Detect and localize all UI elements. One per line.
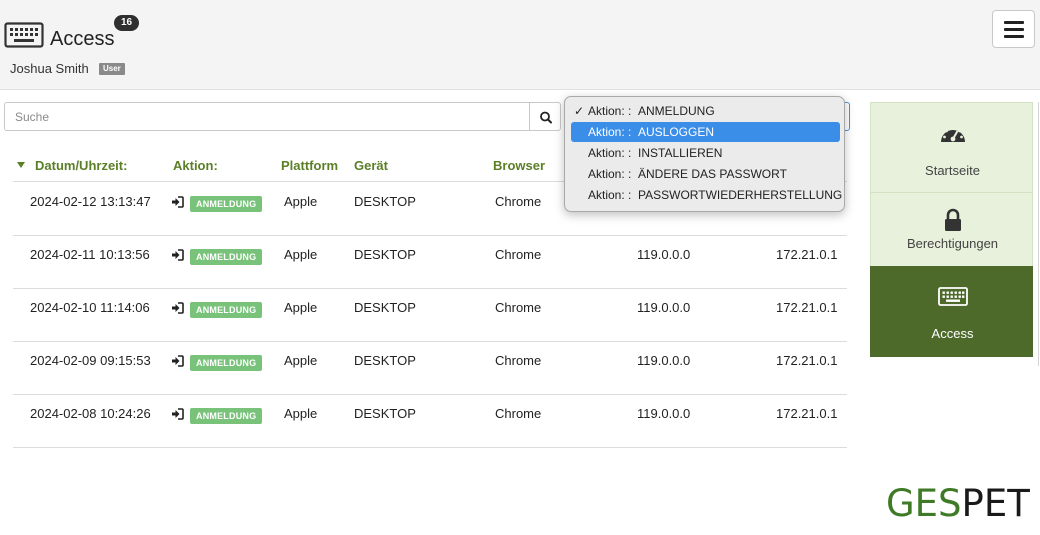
cell-device: DESKTOP — [354, 353, 416, 368]
table-row[interactable]: 2024-02-11 10:13:56 Apple DESKTOP Chrome 119… — [13, 236, 847, 289]
dropdown-option[interactable]: Aktion: : ÄNDERE DAS PASSWORT — [571, 164, 840, 184]
sign-in-icon — [171, 248, 184, 266]
action-badge: ANMELDUNG — [190, 408, 263, 424]
cell-platform: Apple — [284, 194, 318, 209]
sign-in-icon — [171, 407, 184, 425]
cell-browser: Chrome — [495, 247, 542, 262]
cell-platform: Apple — [284, 247, 318, 262]
lock-icon — [871, 208, 1034, 237]
nav-item-label: Berechtigungen — [906, 236, 999, 251]
keyboard-icon — [871, 287, 1034, 312]
dropdown-option[interactable]: Aktion: : INSTALLIEREN — [571, 143, 840, 163]
sign-in-icon — [171, 301, 184, 319]
cell-browser: Chrome — [495, 194, 542, 209]
cell-browser: Chrome — [495, 406, 542, 421]
table-row[interactable]: 2024-02-10 11:14:06 Apple DESKTOP Chrome 119… — [13, 289, 847, 342]
menu-button[interactable] — [992, 10, 1035, 48]
cell-ip: 172.21.0.1 — [776, 300, 838, 315]
table-row[interactable]: 2024-02-09 09:15:53 Apple DESKTOP Chrome 119… — [13, 342, 847, 395]
search-input[interactable] — [4, 102, 530, 131]
cell-version: 119.0.0.0 — [637, 300, 691, 315]
cell-ip: 172.21.0.1 — [776, 406, 838, 421]
action-badge: ANMELDUNG — [190, 355, 263, 371]
sign-in-icon — [171, 354, 184, 372]
cell-device: DESKTOP — [354, 406, 416, 421]
divider — [1038, 102, 1039, 366]
cell-datetime: 2024-02-10 11:14:06 — [30, 300, 150, 315]
side-nav: Startseite Berechtigungen Access — [870, 102, 1033, 357]
cell-datetime: 2024-02-08 10:24:26 — [30, 406, 151, 421]
dashboard-gauge-icon — [871, 121, 1034, 152]
cell-device: DESKTOP — [354, 194, 416, 209]
nav-item-berechtigungen[interactable]: Berechtigungen — [870, 192, 1033, 267]
column-header-device[interactable]: Gerät — [354, 158, 388, 173]
check-icon: ✓ — [574, 104, 585, 118]
sign-in-icon — [171, 195, 184, 213]
company-logo: GESPET — [886, 482, 1030, 525]
user-name: Joshua Smith — [10, 61, 89, 76]
nav-item-startseite[interactable]: Startseite — [870, 102, 1033, 193]
cell-ip: 172.21.0.1 — [776, 353, 838, 368]
user-role-badge: User — [99, 63, 125, 75]
action-badge: ANMELDUNG — [190, 249, 263, 265]
nav-item-label: Startseite — [925, 163, 980, 178]
hamburger-menu-icon — [1004, 21, 1024, 24]
action-badge: ANMELDUNG — [190, 302, 263, 318]
dropdown-option[interactable]: Aktion: : AUSLOGGEN — [571, 122, 840, 142]
dropdown-option[interactable]: ✓ Aktion: : ANMELDUNG — [571, 101, 840, 121]
table-row[interactable]: 2024-02-08 10:24:26 Apple DESKTOP Chrome 119… — [13, 395, 847, 448]
cell-datetime: 2024-02-11 10:13:56 — [30, 247, 150, 262]
page-title: Access — [50, 28, 115, 50]
cell-browser: Chrome — [495, 300, 542, 315]
cell-version: 119.0.0.0 — [637, 353, 691, 368]
cell-device: DESKTOP — [354, 247, 416, 262]
column-header-browser[interactable]: Browser — [493, 158, 545, 173]
cell-ip: 172.21.0.1 — [776, 247, 838, 262]
cell-platform: Apple — [284, 300, 318, 315]
cell-datetime: 2024-02-12 13:13:47 — [30, 194, 151, 209]
column-header-action[interactable]: Aktion: — [173, 158, 218, 173]
column-header-datetime[interactable]: Datum/Uhrzeit: — [35, 158, 127, 173]
nav-item-access[interactable]: Access — [870, 266, 1033, 357]
column-header-platform[interactable]: Plattform — [281, 158, 338, 173]
dropdown-option[interactable]: Aktion: : PASSWORTWIEDERHERSTELLUNG — [571, 185, 842, 205]
keyboard-icon — [4, 22, 44, 53]
search-icon — [540, 111, 552, 124]
count-badge: 16 — [114, 15, 139, 31]
page-header: Access 16 Joshua Smith User — [0, 0, 1040, 90]
action-filter-dropdown: ✓ Aktion: : ANMELDUNG Aktion: : AUSLOGGE… — [564, 96, 845, 212]
cell-version: 119.0.0.0 — [637, 247, 691, 262]
cell-browser: Chrome — [495, 353, 542, 368]
cell-datetime: 2024-02-09 09:15:53 — [30, 353, 151, 368]
sort-descending-icon[interactable] — [17, 162, 25, 168]
nav-item-label: Access — [931, 326, 974, 341]
search-button[interactable] — [529, 102, 561, 131]
cell-platform: Apple — [284, 406, 318, 421]
cell-platform: Apple — [284, 353, 318, 368]
cell-device: DESKTOP — [354, 300, 416, 315]
action-badge: ANMELDUNG — [190, 196, 263, 212]
cell-version: 119.0.0.0 — [637, 406, 691, 421]
